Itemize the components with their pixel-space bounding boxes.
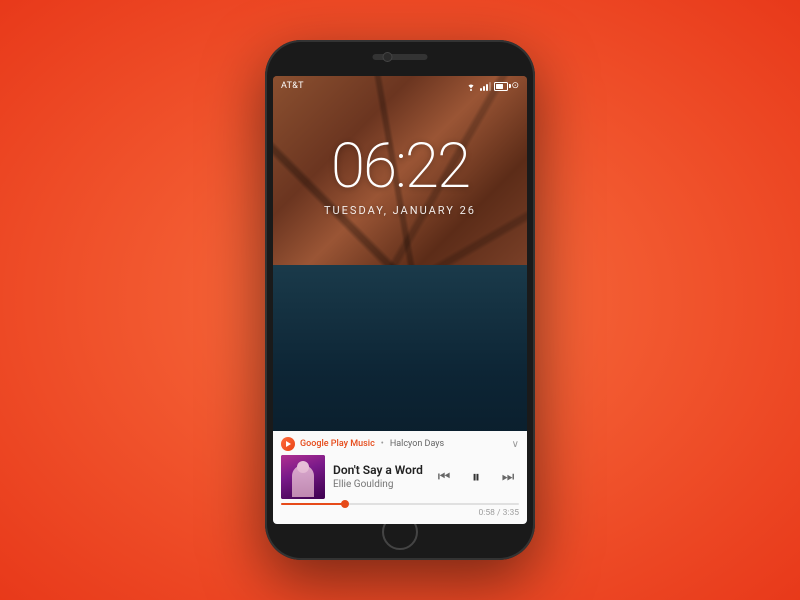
phone-camera (383, 52, 393, 62)
progress-time-display: 0:58 / 3:35 (478, 508, 519, 518)
phone-screen: AT&T (273, 76, 527, 524)
account-icon: ⊙ (511, 82, 519, 91)
notif-header: Google Play Music • Halcyon Days ∨ (273, 431, 527, 453)
separator: • (381, 439, 384, 449)
track-info: Don't Say a Word Ellie Goulding (333, 463, 425, 492)
total-time: 3:35 (503, 508, 519, 518)
status-bar: AT&T (273, 76, 527, 96)
carrier-label: AT&T (281, 81, 304, 91)
rewind-button[interactable]: ⏮ (433, 466, 455, 488)
pause-button[interactable]: ⏸ (465, 466, 487, 488)
progress-times: 0:58 / 3:35 (281, 508, 519, 518)
battery-fill (496, 84, 503, 89)
playback-controls: ⏮ ⏸ ⏭ (433, 466, 519, 488)
clock-area: 06:22 TUESDAY, JANUARY 26 (273, 136, 527, 217)
play-music-app-icon (281, 437, 295, 451)
album-art-figure (292, 465, 314, 497)
clock-time: 06:22 (331, 136, 469, 198)
wifi-icon (465, 81, 477, 91)
track-artist: Ellie Goulding (333, 478, 425, 491)
progress-bar-fill (281, 503, 345, 505)
music-notification: Google Play Music • Halcyon Days ∨ Don't… (273, 431, 527, 524)
playlist-label: Halcyon Days (390, 439, 507, 449)
notif-body: Don't Say a Word Ellie Goulding ⏮ ⏸ ⏭ (273, 453, 527, 499)
album-art (281, 455, 325, 499)
progress-area: 0:58 / 3:35 (273, 499, 527, 524)
forward-button[interactable]: ⏭ (497, 466, 519, 488)
app-name-label: Google Play Music (300, 439, 375, 449)
track-title: Don't Say a Word (333, 463, 425, 479)
bg-ocean-bottom (273, 265, 527, 444)
screen-background: AT&T (273, 76, 527, 524)
phone-device: AT&T (265, 40, 535, 560)
status-icons: ⊙ (465, 81, 519, 91)
progress-bar-background[interactable] (281, 503, 519, 505)
progress-thumb (341, 500, 349, 508)
phone-speaker (373, 54, 428, 60)
clock-date: TUESDAY, JANUARY 26 (324, 204, 476, 217)
signal-icon (480, 81, 491, 91)
current-time: 0:58 (478, 508, 494, 518)
battery-icon (494, 82, 508, 91)
chevron-down-icon[interactable]: ∨ (512, 439, 519, 450)
